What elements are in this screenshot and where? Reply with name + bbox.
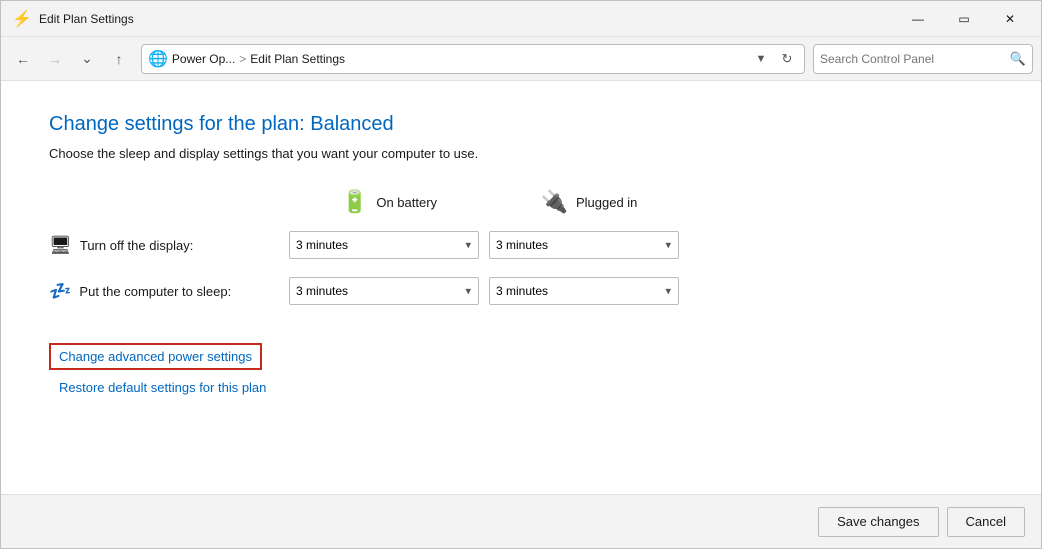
- sleep-plugged-select[interactable]: 1 minute 2 minutes 3 minutes 5 minutes 1…: [489, 277, 679, 305]
- battery-column-header: 🔋 On battery: [289, 189, 489, 215]
- content-area: Change settings for the plan: Balanced C…: [1, 81, 1041, 494]
- forward-button[interactable]: →: [41, 45, 69, 73]
- close-button[interactable]: ✕: [987, 1, 1033, 37]
- recent-pages-button[interactable]: ⌄: [73, 45, 101, 73]
- battery-icon: 🔋: [341, 189, 368, 215]
- title-bar-controls: — ▭ ✕: [895, 1, 1033, 37]
- navigation-bar: ← → ⌄ ↑ 🌐 Power Op... > Edit Plan Settin…: [1, 37, 1041, 81]
- up-button[interactable]: ↑: [105, 45, 133, 73]
- back-button[interactable]: ←: [9, 45, 37, 73]
- battery-label: On battery: [376, 195, 437, 210]
- title-bar-left: ⚡ Edit Plan Settings: [13, 10, 134, 28]
- address-content: Power Op... > Edit Plan Settings: [172, 52, 746, 66]
- advanced-power-settings-link[interactable]: Change advanced power settings: [49, 343, 262, 370]
- sleep-battery-select[interactable]: 1 minute 2 minutes 3 minutes 5 minutes 1…: [289, 277, 479, 305]
- restore-defaults-link[interactable]: Restore default settings for this plan: [59, 380, 993, 395]
- window-icon: ⚡: [13, 10, 31, 28]
- display-plugged-select-wrapper: 1 minute 2 minutes 3 minutes 5 minutes 1…: [489, 231, 679, 259]
- maximize-button[interactable]: ▭: [941, 1, 987, 37]
- display-selects: 1 minute 2 minutes 3 minutes 5 minutes 1…: [289, 231, 689, 259]
- display-setting-label: 🖥 Turn off the display:: [49, 235, 289, 256]
- main-window: ⚡ Edit Plan Settings — ▭ ✕ ← → ⌄ ↑ 🌐 Pow…: [0, 0, 1042, 549]
- page-title: Change settings for the plan: Balanced: [49, 113, 993, 136]
- refresh-button[interactable]: ↻: [776, 48, 798, 70]
- address-bar: 🌐 Power Op... > Edit Plan Settings ▼ ↻: [141, 44, 805, 74]
- window-title: Edit Plan Settings: [39, 12, 134, 26]
- title-bar: ⚡ Edit Plan Settings — ▭ ✕: [1, 1, 1041, 37]
- breadcrumb-1[interactable]: Power Op...: [172, 52, 235, 66]
- sleep-icon: 💤: [49, 281, 71, 302]
- sleep-label-text: Put the computer to sleep:: [79, 284, 231, 299]
- minimize-button[interactable]: —: [895, 1, 941, 37]
- plugged-label: Plugged in: [576, 195, 637, 210]
- breadcrumb-2[interactable]: Edit Plan Settings: [250, 52, 345, 66]
- column-headers: 🔋 On battery 🔌 Plugged in: [289, 189, 993, 215]
- display-battery-select[interactable]: 1 minute 2 minutes 3 minutes 5 minutes 1…: [289, 231, 479, 259]
- search-icon[interactable]: 🔍: [1010, 51, 1026, 67]
- search-input[interactable]: [820, 52, 1006, 66]
- footer: Save changes Cancel: [1, 494, 1041, 548]
- sleep-setting-label: 💤 Put the computer to sleep:: [49, 281, 289, 302]
- breadcrumb-separator: >: [239, 52, 246, 66]
- settings-grid: 🔋 On battery 🔌 Plugged in 🖥 Turn off the…: [49, 189, 993, 323]
- sleep-battery-select-wrapper: 1 minute 2 minutes 3 minutes 5 minutes 1…: [289, 277, 479, 305]
- display-setting-row: 🖥 Turn off the display: 1 minute 2 minut…: [49, 231, 993, 259]
- display-icon: 🖥: [49, 235, 72, 256]
- search-bar[interactable]: 🔍: [813, 44, 1033, 74]
- address-icon: 🌐: [148, 49, 168, 69]
- plugged-column-header: 🔌 Plugged in: [489, 189, 689, 215]
- cancel-button[interactable]: Cancel: [947, 507, 1025, 537]
- sleep-plugged-select-wrapper: 1 minute 2 minutes 3 minutes 5 minutes 1…: [489, 277, 679, 305]
- display-label-text: Turn off the display:: [80, 238, 193, 253]
- plugged-icon: 🔌: [541, 189, 568, 215]
- sleep-selects: 1 minute 2 minutes 3 minutes 5 minutes 1…: [289, 277, 689, 305]
- save-changes-button[interactable]: Save changes: [818, 507, 938, 537]
- display-battery-select-wrapper: 1 minute 2 minutes 3 minutes 5 minutes 1…: [289, 231, 479, 259]
- page-subtitle: Choose the sleep and display settings th…: [49, 146, 993, 161]
- address-dropdown-icon[interactable]: ▼: [750, 48, 772, 70]
- links-section: Change advanced power settings Restore d…: [49, 343, 993, 395]
- sleep-setting-row: 💤 Put the computer to sleep: 1 minute 2 …: [49, 277, 993, 305]
- display-plugged-select[interactable]: 1 minute 2 minutes 3 minutes 5 minutes 1…: [489, 231, 679, 259]
